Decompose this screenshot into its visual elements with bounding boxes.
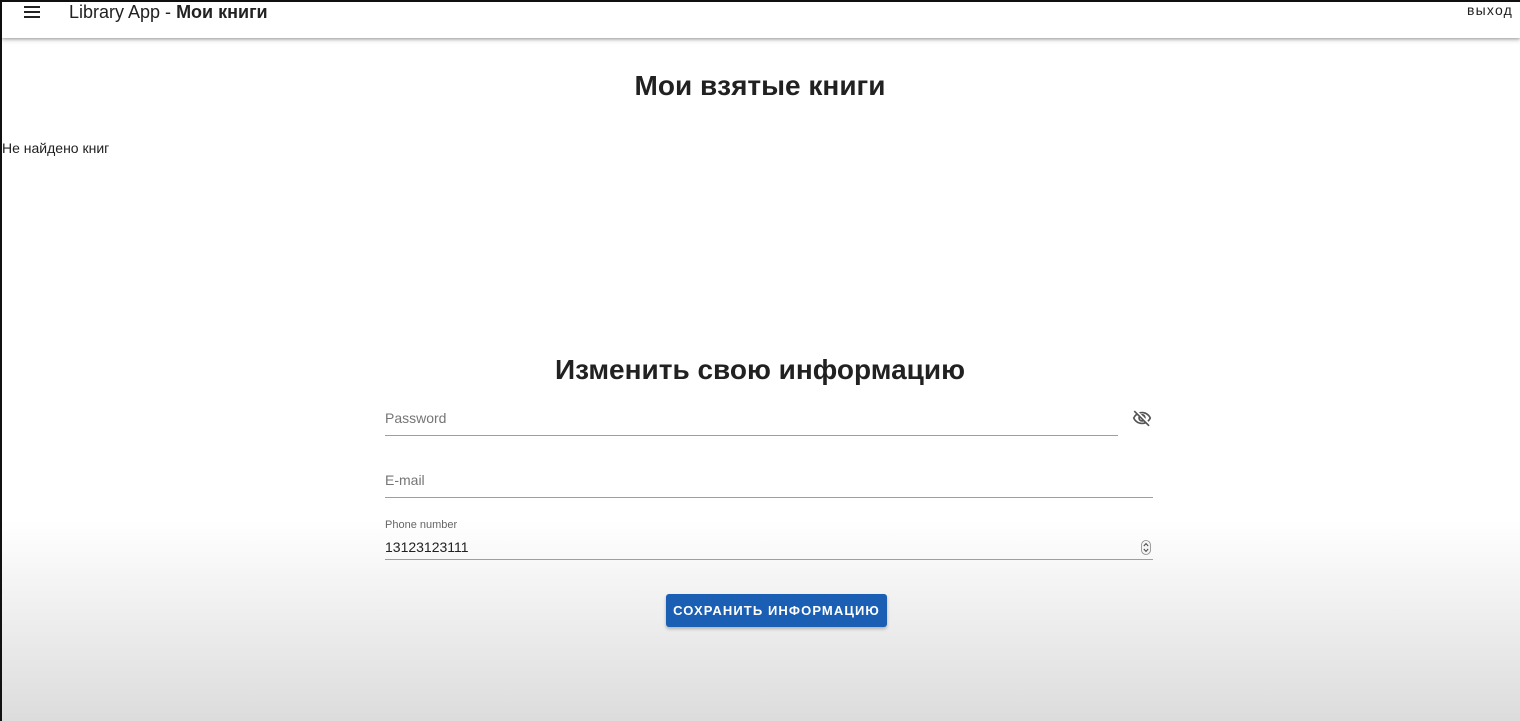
number-stepper-icon[interactable] (1141, 540, 1151, 555)
email-placeholder: E-mail (385, 472, 425, 488)
email-underline (385, 497, 1153, 498)
phone-field[interactable]: Phone number 13123123111 (385, 518, 1153, 560)
save-info-button[interactable]: СОХРАНИТЬ ИНФОРМАЦИЮ (666, 594, 887, 627)
password-field[interactable]: Password (385, 400, 1118, 436)
no-books-message: Не найдено книг (2, 140, 110, 156)
app-title: Library App - Мои книги (69, 1, 268, 23)
app-title-prefix: Library App - (69, 2, 177, 22)
app-bar: Library App - Мои книги выход (2, 2, 1520, 38)
phone-value: 13123123111 (385, 539, 469, 555)
borrowed-books-heading: Мои взятые книги (634, 70, 886, 101)
profile-form-heading: Изменить свою информацию (554, 354, 966, 385)
email-field[interactable]: E-mail (385, 462, 1153, 498)
phone-label: Phone number (385, 519, 458, 531)
password-underline (385, 435, 1118, 436)
eye-off-icon[interactable] (1131, 408, 1153, 428)
password-placeholder: Password (385, 410, 447, 426)
hamburger-menu-icon[interactable] (20, 2, 44, 20)
logout-button[interactable]: выход (1467, 2, 1513, 18)
phone-underline (385, 559, 1153, 560)
app-title-page: Мои книги (176, 2, 268, 22)
